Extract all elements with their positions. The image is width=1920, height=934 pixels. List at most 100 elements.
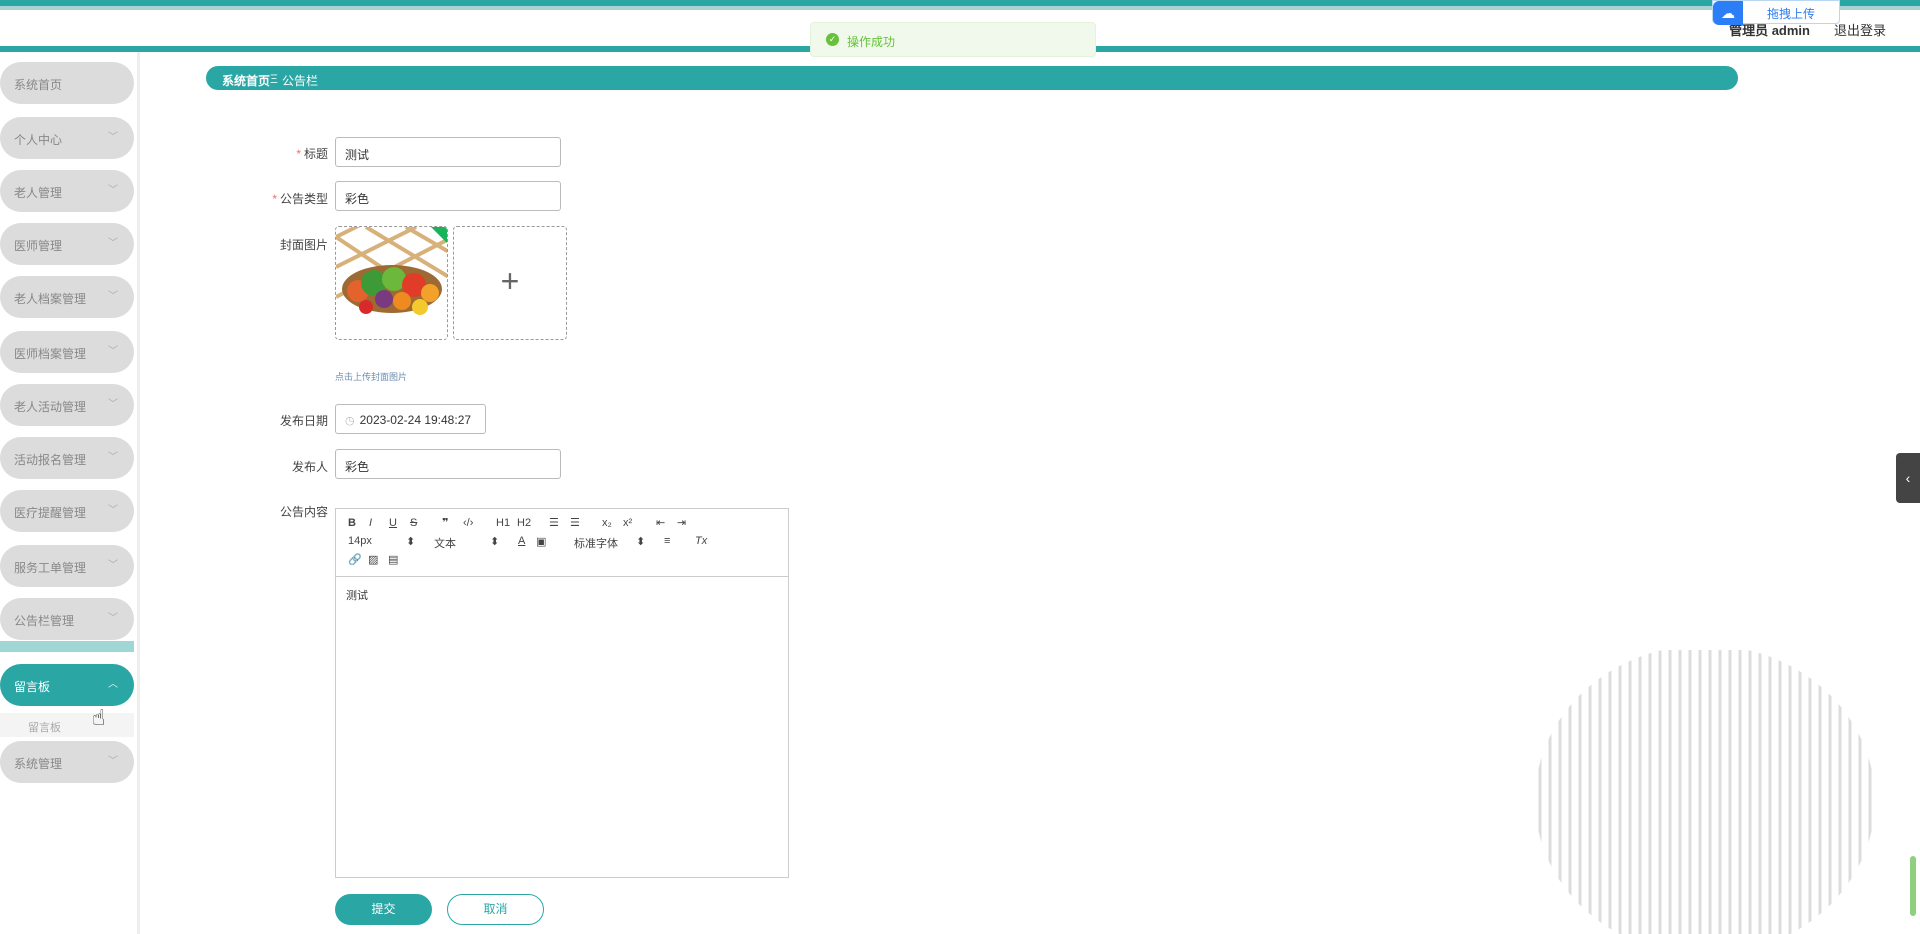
strikethrough-icon[interactable]: S [410, 517, 417, 529]
sidebar-item-activities[interactable]: 老人活动管理 ﹀ [0, 384, 134, 426]
align-icon[interactable]: ≡ [664, 535, 670, 547]
chevron-down-icon: ﹀ [108, 560, 118, 571]
chevron-up-icon: ︿ [108, 679, 118, 690]
plus-icon: + [500, 263, 520, 299]
submenu-item-label: 留言板 [28, 722, 61, 734]
sidebar-item-label: 系统管理 [14, 757, 63, 771]
sidebar-item-label: 留言板 [14, 680, 51, 694]
header2-icon[interactable]: H2 [517, 517, 531, 529]
sidebar-item-signups[interactable]: 活动报名管理 ﹀ [0, 437, 134, 479]
underline-icon[interactable]: U [389, 517, 397, 529]
ordered-list-icon[interactable]: ☰ [549, 516, 559, 529]
cancel-button[interactable]: 取消 [447, 894, 544, 925]
sidebar-item-service-orders[interactable]: 服务工单管理 ﹀ [0, 545, 134, 587]
video-icon[interactable]: ▤ [388, 553, 398, 566]
chevron-down-icon: ﹀ [108, 505, 118, 516]
clear-format-icon[interactable]: Tx [695, 535, 707, 547]
sidebar-item-elderly-records[interactable]: 老人档案管理 ﹀ [0, 276, 134, 318]
breadcrumb: 系统首页 Ξ 公告栏 [206, 66, 1738, 90]
chevron-down-icon: ﹀ [108, 613, 118, 624]
sidebar-item-label: 活动报名管理 [14, 453, 87, 467]
submit-button[interactable]: 提交 [335, 894, 432, 925]
chevron-down-icon: ﹀ [108, 452, 118, 463]
sidebar-item-label: 服务工单管理 [14, 561, 87, 575]
font-color-icon[interactable]: A [518, 535, 525, 547]
chevron-down-icon: ﹀ [108, 756, 118, 767]
italic-icon[interactable]: I [369, 517, 372, 529]
header1-icon[interactable]: H1 [496, 517, 510, 529]
sidebar-item-elderly[interactable]: 老人管理 ﹀ [0, 170, 134, 212]
sidebar-item-label: 医师管理 [14, 239, 63, 253]
sidebar-item-label: 医疗提醒管理 [14, 506, 87, 520]
bold-icon[interactable]: B [348, 517, 356, 529]
background-color-icon[interactable]: ▣ [536, 535, 546, 548]
drag-upload-widget[interactable]: ☁ 拖拽上传 [1712, 0, 1840, 25]
chevron-down-icon: ﹀ [108, 291, 118, 302]
editor-content[interactable]: 测试 [346, 587, 368, 603]
title-input[interactable]: 测试 [335, 137, 561, 167]
logout-button[interactable]: 退出登录 [1834, 20, 1886, 39]
cover-label: 封面图片 [279, 238, 328, 252]
clock-icon: ◷ [345, 415, 355, 427]
sidebar-item-label: 公告栏管理 [14, 614, 75, 628]
bullet-list-icon[interactable]: ☰ [570, 516, 580, 529]
chevron-left-icon[interactable]: ‹ [1896, 453, 1920, 503]
sidebar-item-doctor-records[interactable]: 医师档案管理 ﹀ [0, 331, 134, 373]
content-label: 公告内容 [279, 505, 328, 519]
superscript-icon[interactable]: x² [623, 517, 632, 529]
breadcrumb-separator: Ξ [270, 72, 278, 86]
image-icon[interactable]: ▨ [368, 553, 378, 566]
breadcrumb-home[interactable]: 系统首页 [222, 72, 270, 89]
date-picker[interactable]: ◷ 2023-02-24 19:48:27 [335, 404, 486, 434]
sidebar-item-label: 老人管理 [14, 186, 63, 200]
sidebar-item-medical-reminders[interactable]: 医疗提醒管理 ﹀ [0, 490, 134, 532]
toast-message: 操作成功 [847, 35, 896, 49]
cloud-icon: ☁ [1713, 1, 1743, 25]
sidebar-item-home[interactable]: 系统首页 [0, 62, 134, 104]
sidebar-item-label: 医师档案管理 [14, 347, 87, 361]
font-size-select[interactable]: 14px [348, 535, 372, 547]
publisher-label: 发布人 [291, 460, 328, 474]
sidebar-item-label: 系统首页 [14, 78, 63, 92]
sidebar-item-doctors[interactable]: 医师管理 ﹀ [0, 223, 134, 265]
cover-image-thumbnail[interactable] [335, 226, 448, 340]
success-toast: ✓ 操作成功 [810, 22, 1096, 57]
sidebar-item-profile[interactable]: 个人中心 ﹀ [0, 117, 134, 159]
breadcrumb-current: 公告栏 [282, 74, 319, 88]
indent-icon[interactable]: ⇥ [677, 516, 686, 529]
chevron-down-icon: ﹀ [108, 185, 118, 196]
drag-upload-label: 拖拽上传 [1767, 7, 1816, 21]
type-input[interactable]: 彩色 [335, 181, 561, 211]
rich-text-editor: B I U S ❞ ‹/› H1 H2 ☰ ☰ x₂ x² ⇤ ⇥ 14px ⬍… [335, 508, 789, 878]
sidebar-item-label: 老人档案管理 [14, 292, 87, 306]
date-label: 发布日期 [279, 414, 328, 428]
sidebar-item-message-board[interactable]: 留言板 ︿ [0, 664, 134, 706]
add-image-button[interactable]: + [453, 226, 567, 340]
editor-toolbar: B I U S ❞ ‹/› H1 H2 ☰ ☰ x₂ x² ⇤ ⇥ 14px ⬍… [336, 509, 788, 577]
publisher-input[interactable]: 彩色 [335, 449, 561, 479]
date-value: 2023-02-24 19:48:27 [359, 413, 472, 427]
title-label: * 标题 [296, 147, 328, 161]
code-icon[interactable]: ‹/› [463, 517, 473, 529]
chevron-down-icon: ﹀ [108, 346, 118, 357]
type-label: * 公告类型 [272, 192, 328, 206]
subscript-icon[interactable]: x₂ [602, 517, 612, 529]
outdent-icon[interactable]: ⇤ [656, 516, 665, 529]
font-family-select[interactable]: 标准字体 [574, 535, 618, 551]
submenu-item-message-board[interactable]: 留言板 [0, 713, 134, 737]
font-size-arrows-icon: ⬍ [406, 536, 416, 548]
font-family-arrows-icon: ⬍ [636, 536, 646, 548]
sidebar-active-indicator [0, 641, 134, 652]
decorative-striped-circle [1538, 650, 1872, 934]
quote-icon[interactable]: ❞ [442, 516, 448, 529]
sidebar-item-bulletin[interactable]: 公告栏管理 ﹀ [0, 598, 134, 640]
header-select[interactable]: 文本 [434, 535, 456, 551]
chevron-down-icon: ﹀ [108, 238, 118, 249]
sidebar-item-label: 个人中心 [14, 133, 63, 147]
top-stripe-light [0, 6, 1920, 10]
link-icon[interactable]: 🔗 [348, 553, 362, 566]
sidebar: 系统首页 个人中心 ﹀ 老人管理 ﹀ 医师管理 ﹀ 老人档案管理 ﹀ 医师档案管… [0, 52, 140, 934]
cover-upload-hint: 点击上传封面图片 [335, 372, 408, 382]
scrollbar[interactable] [1910, 856, 1916, 916]
sidebar-item-system[interactable]: 系统管理 ﹀ [0, 741, 134, 783]
